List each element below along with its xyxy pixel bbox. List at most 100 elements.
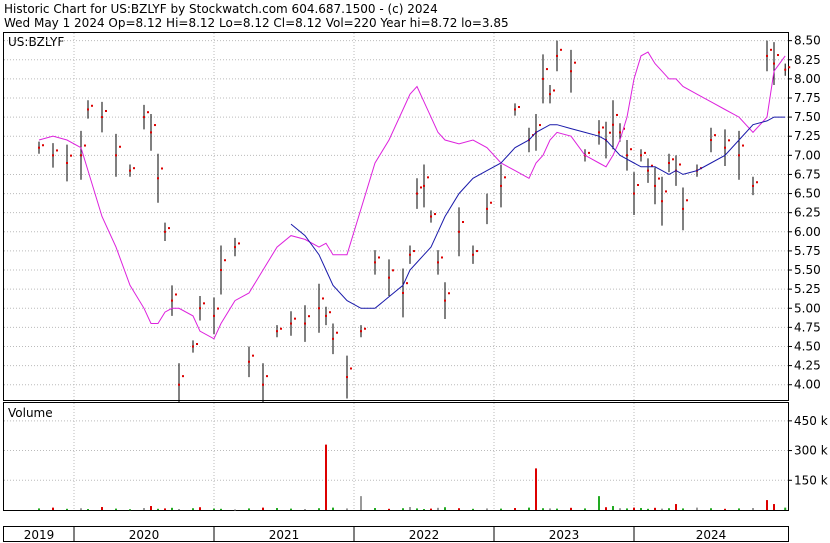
price-close-point	[364, 327, 366, 330]
price-close-point	[665, 190, 667, 193]
price-close-point	[262, 383, 264, 386]
volume-bar	[556, 508, 558, 510]
volume-bar	[66, 508, 68, 510]
price-close-point	[668, 161, 670, 164]
price-close-point	[644, 151, 646, 154]
volume-bar	[738, 508, 740, 510]
price-close-point	[70, 154, 72, 157]
volume-bar	[192, 508, 194, 510]
volume-bar	[542, 508, 544, 510]
volume-bar	[213, 508, 215, 510]
price-close-point	[574, 61, 576, 64]
year-label: 2024	[696, 528, 727, 542]
stock-chart: US:BZLYF 8.50 8.25 8.00 7.75 7.50 7.25 7.00 6.7…	[3, 32, 828, 542]
price-close-point	[304, 322, 306, 325]
price-close-point	[80, 154, 82, 157]
price-tick-label: 4.50	[794, 339, 821, 353]
volume-bar	[80, 508, 82, 510]
price-tick-label: 8.50	[794, 34, 821, 48]
price-close-point	[630, 148, 632, 151]
volume-bar	[115, 508, 117, 510]
price-close-point	[448, 292, 450, 295]
price-close-point	[238, 242, 240, 245]
price-tick-label: 4.25	[794, 359, 821, 373]
price-close-point	[556, 54, 558, 57]
volume-bar	[409, 507, 411, 510]
volume-axis: 450 k 300 k 150 k	[788, 414, 828, 487]
price-close-point	[420, 186, 422, 189]
volume-bar	[52, 507, 54, 510]
volume-bar	[633, 507, 635, 510]
price-close-point	[84, 144, 86, 147]
price-close-point	[441, 256, 443, 259]
price-close-point	[784, 68, 787, 71]
volume-bar	[773, 504, 775, 510]
volume-bar	[164, 508, 166, 510]
year-label: 2022	[409, 528, 440, 542]
volume-bar	[472, 508, 474, 510]
price-close-point	[409, 253, 411, 256]
price-close-point	[175, 293, 177, 296]
price-close-point	[686, 199, 688, 202]
volume-bar	[360, 496, 362, 510]
volume-bar	[437, 507, 439, 510]
volume-bar	[157, 508, 159, 510]
price-close-point	[546, 68, 548, 71]
volume-bar	[549, 508, 551, 510]
volume-bar	[325, 444, 327, 510]
price-close-point	[294, 317, 296, 320]
price-close-point	[416, 192, 418, 195]
price-close-point	[164, 230, 166, 233]
time-axis	[3, 526, 789, 542]
price-close-point	[192, 345, 194, 348]
price-close-point	[476, 250, 478, 253]
price-close-point	[318, 307, 320, 310]
volume-bar	[682, 508, 684, 510]
price-close-point	[549, 93, 551, 96]
symbol-label: US:BZLYF	[8, 35, 64, 49]
volume-bar	[304, 509, 306, 511]
price-close-point	[766, 54, 768, 57]
volume-bar	[276, 508, 278, 510]
price-tick-label: 4.75	[794, 320, 821, 334]
price-close-point	[308, 315, 310, 318]
volume-bar	[346, 508, 348, 510]
price-close-point	[728, 139, 730, 142]
price-close-point	[276, 330, 278, 333]
volume-bar	[234, 509, 236, 511]
volume-bar	[332, 507, 334, 510]
price-close-point	[654, 184, 656, 187]
price-close-point	[392, 269, 394, 272]
price-close-point	[178, 383, 180, 386]
price-close-point	[374, 261, 376, 264]
price-close-point	[290, 322, 292, 325]
price-close-point	[788, 66, 791, 69]
year-label: 2021	[269, 528, 300, 542]
price-close-point	[129, 169, 131, 172]
price-close-point	[619, 131, 621, 134]
price-close-point	[115, 154, 117, 157]
price-close-point	[133, 167, 135, 170]
volume-bar	[150, 506, 152, 510]
volume-bar	[605, 507, 607, 510]
price-tick-label: 5.25	[794, 282, 821, 296]
price-close-point	[402, 291, 404, 294]
volume-tick-label: 150 k	[794, 473, 828, 487]
price-close-point	[203, 302, 205, 305]
price-close-point	[280, 327, 282, 330]
price-close-point	[616, 113, 618, 116]
volume-bar	[675, 504, 677, 510]
price-close-point	[773, 62, 775, 65]
volume-bar	[619, 508, 621, 510]
price-close-point	[444, 299, 446, 302]
price-close-point	[588, 151, 590, 154]
price-close-point	[609, 131, 611, 134]
price-close-point	[777, 54, 779, 57]
price-close-point	[598, 131, 600, 134]
price-close-point	[430, 215, 432, 218]
volume-bar	[262, 507, 264, 510]
price-close-point	[224, 259, 226, 262]
price-close-point	[413, 250, 415, 253]
volume-bar	[696, 507, 698, 510]
price-close-point	[458, 230, 460, 233]
